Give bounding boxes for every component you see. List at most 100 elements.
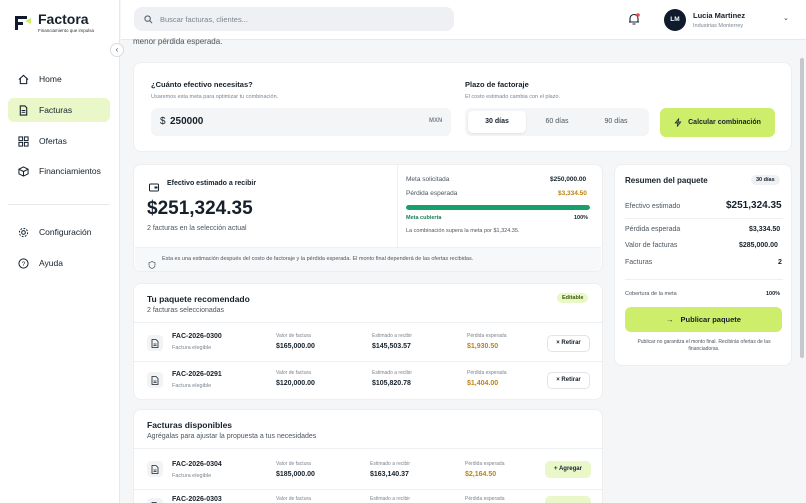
document-icon [147, 498, 163, 503]
arrow-right-icon: → [666, 315, 674, 324]
estimate-title: Efectivo estimado a recibir [167, 180, 257, 187]
add-invoice-button[interactable]: + Agregar [545, 461, 591, 478]
add-invoice-button[interactable] [545, 496, 591, 503]
remove-invoice-button[interactable]: × Retirar [547, 372, 590, 389]
invoice-value-label: Valor de factura [276, 370, 311, 376]
invoice-loss-label: Pérdida esperada [467, 370, 507, 376]
sidebar-item-facturas[interactable]: Facturas [8, 98, 110, 122]
page-scrollbar[interactable] [800, 58, 804, 358]
meta-value: $250,000.00 [550, 176, 587, 183]
package-card: Tu paquete recomendado 2 facturas selecc… [133, 283, 603, 400]
invoice-id: FAC-2026-0291 [172, 371, 222, 378]
invoice-value: $165,000.00 [276, 343, 315, 350]
page-intro-text: menor pérdida esperada. [133, 37, 223, 46]
avatar[interactable]: LM [664, 9, 686, 31]
package-subtitle: 2 facturas seleccionadas [147, 307, 225, 314]
sidebar-item-label: Home [39, 74, 62, 84]
estimate-divider [397, 165, 398, 247]
sidebar-item-financiamientos[interactable]: Financiamientos [8, 159, 110, 183]
sidebar-item-label: Facturas [39, 105, 73, 115]
estimate-amount: $251,324.35 [147, 198, 253, 219]
term-help: El costo estimado cambia con el plazo. [465, 94, 561, 100]
grid-icon [17, 135, 29, 147]
invoice-loss-label: Pérdida esperada [465, 461, 505, 467]
document-icon [147, 335, 163, 351]
shield-check-icon [148, 256, 156, 274]
invoice-loss: $1,930.50 [467, 343, 499, 350]
invoice-status: Factura elegible [172, 345, 212, 351]
notifications-button[interactable] [627, 12, 641, 31]
invoice-value: $120,000.00 [276, 380, 315, 387]
invoice-loss-label: Pérdida esperada [465, 496, 505, 502]
home-icon [17, 73, 29, 85]
invoice-status: Factura elegible [172, 383, 212, 389]
coverage-value: 100% [574, 215, 589, 221]
calculate-label: Calcular combinación [688, 119, 761, 126]
document-icon [17, 104, 29, 116]
meta-label: Meta solicitada [406, 176, 450, 183]
summary-loss-label: Pérdida esperada [625, 226, 681, 233]
sidebar-collapse-button[interactable]: ‹ [110, 43, 124, 57]
summary-cash-value: $251,324.35 [726, 200, 782, 211]
sidebar-item-label: Configuración [39, 227, 92, 237]
search-input[interactable]: Buscar facturas, clientes... [134, 7, 454, 31]
document-icon [147, 372, 163, 388]
summary-invoices-value-label: Valor de facturas [625, 242, 678, 249]
amount-value: 250000 [170, 116, 204, 127]
invoice-receive: $145,503.57 [372, 343, 411, 350]
available-card: Facturas disponibles Agrégalas para ajus… [133, 409, 603, 503]
amount-input[interactable]: $ 250000 MXN [151, 108, 451, 136]
estimate-footer: Esta es una estimación después del costo… [135, 247, 601, 271]
help-icon: ? [17, 257, 29, 269]
calculate-button[interactable]: Calcular combinación [660, 108, 775, 137]
row-divider [134, 489, 602, 490]
term-title: Plazo de factoraje [465, 80, 529, 89]
publish-button[interactable]: → Publicar paquete [625, 307, 782, 332]
term-option-90[interactable]: 90 días [587, 111, 645, 133]
brand-name: Factora [38, 11, 89, 27]
row-divider [134, 322, 602, 323]
chevron-down-icon[interactable]: ⌄ [783, 14, 789, 22]
invoice-receive-label: Estimado a recibir [370, 461, 411, 467]
remove-label: Retirar [561, 340, 581, 346]
term-option-60[interactable]: 60 días [528, 111, 586, 133]
box-icon [17, 165, 29, 177]
remove-invoice-button[interactable]: × Retirar [547, 335, 590, 352]
loss-label: Pérdida esperada [406, 190, 458, 197]
goal-question: ¿Cuánto efectivo necesitas? [151, 80, 253, 89]
invoice-loss: $1,404.00 [467, 380, 499, 387]
topbar: Buscar facturas, clientes... LM Lucia Ma… [121, 0, 806, 40]
invoice-id: FAC-2026-0303 [172, 496, 222, 503]
term-selector: 30 días 60 días 90 días [465, 108, 649, 136]
invoice-id: FAC-2026-0300 [172, 333, 222, 340]
sidebar-item-label: Financiamientos [39, 166, 101, 176]
invoice-value: $185,000.00 [276, 471, 315, 478]
user-name[interactable]: Lucia Martinez [693, 11, 745, 20]
sidebar-item-ofertas[interactable]: Ofertas [8, 129, 110, 153]
term-option-30[interactable]: 30 días [468, 111, 526, 133]
lightning-icon [674, 118, 682, 127]
summary-coverage-label: Cobertura de la meta [625, 291, 677, 297]
brand-logo[interactable]: Factora Financiamiento que impulsa [14, 12, 94, 33]
bell-icon [627, 13, 641, 30]
coverage-progress-bar [406, 205, 590, 210]
summary-count-label: Facturas [625, 259, 653, 266]
summary-invoices-value: $285,000.00 [739, 242, 778, 249]
coverage-label: Meta cubierta [406, 215, 442, 221]
available-subtitle: Agrégalas para ajustar la propuesta a tu… [147, 433, 317, 440]
summary-divider [625, 279, 783, 280]
sidebar-item-label: Ofertas [39, 136, 67, 146]
row-divider [134, 448, 602, 449]
invoice-receive: $105,820.78 [372, 380, 411, 387]
estimate-subtitle: 2 facturas en la selección actual [147, 225, 247, 232]
search-placeholder: Buscar facturas, clientes... [160, 14, 248, 24]
invoice-value-label: Valor de factura [276, 461, 311, 467]
sidebar-item-ayuda[interactable]: ? Ayuda [8, 251, 110, 275]
document-icon [147, 461, 163, 477]
goal-help: Usaremos esta meta para optimizar tu com… [151, 94, 279, 100]
sidebar-item-home[interactable]: Home [8, 67, 110, 91]
goal-card: ¿Cuánto efectivo necesitas? Usaremos est… [133, 62, 792, 152]
sidebar-item-configuracion[interactable]: Configuración [8, 220, 110, 244]
currency-symbol: $ [160, 116, 166, 127]
summary-coverage-value: 100% [766, 291, 781, 297]
